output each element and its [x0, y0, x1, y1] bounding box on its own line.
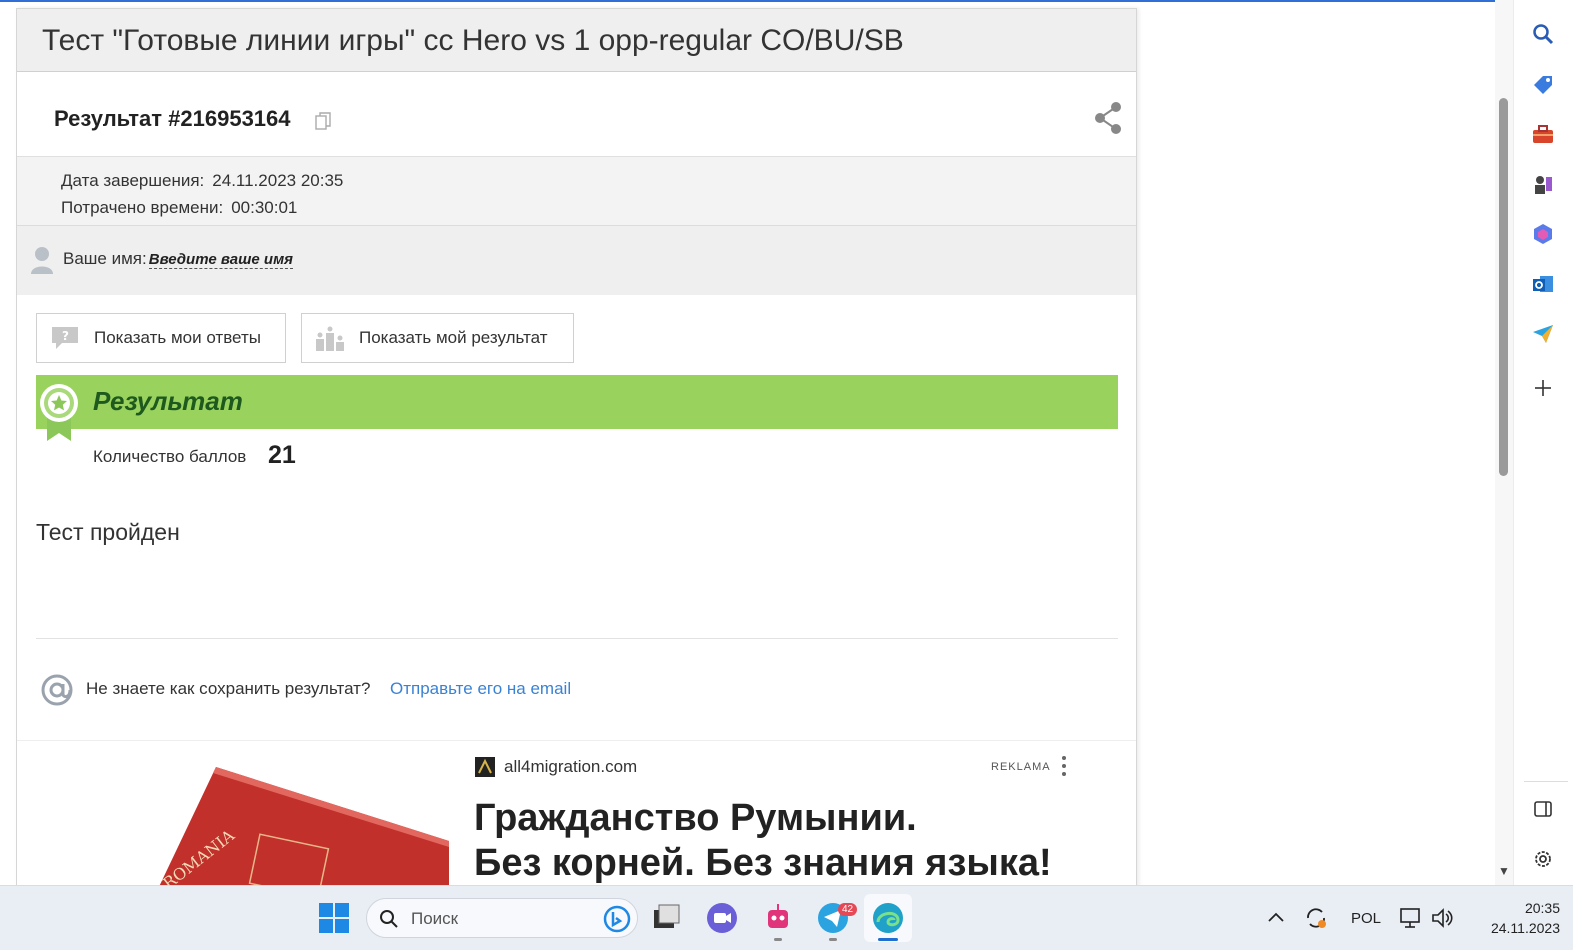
test-title: Тест "Готовые линии игры" сс Hero vs 1 o…: [17, 9, 1136, 72]
more-vertical-icon[interactable]: [1060, 755, 1068, 777]
svg-text:?: ?: [62, 329, 69, 343]
ad-headline-line2: Без корней. Без знания языка!: [474, 842, 1052, 884]
podium-icon: [316, 326, 344, 351]
completion-date-label: Дата завершения:: [61, 171, 205, 190]
send-email-link[interactable]: Отправьте его на email: [390, 679, 571, 699]
browser-sidebar: [1513, 0, 1573, 885]
bing-icon[interactable]: [603, 905, 631, 933]
meet-icon[interactable]: [704, 900, 740, 936]
split-view-icon[interactable]: [1531, 797, 1555, 821]
question-bubble-icon: ?: [52, 327, 78, 349]
send-icon[interactable]: [1531, 322, 1555, 346]
ad-tag: REKLAMA: [991, 761, 1051, 773]
show-answers-label: Показать мои ответы: [94, 328, 261, 347]
ad-headline-line1: Гражданство Румынии.: [474, 797, 917, 839]
at-sign-icon: [41, 674, 73, 706]
completion-date-value: 24.11.2023 20:35: [212, 171, 344, 190]
completion-date-row: Дата завершения: 24.11.2023 20:35: [61, 167, 1136, 194]
telegram-badge: 42: [838, 903, 858, 916]
chess-icon[interactable]: [1531, 172, 1555, 196]
scroll-down-arrow-icon[interactable]: ▼: [1498, 864, 1510, 878]
toolbox-icon[interactable]: [1531, 122, 1555, 146]
edge-active-tile[interactable]: [864, 894, 912, 942]
page-scrollbar[interactable]: ▼: [1495, 0, 1513, 885]
page-load-line: [0, 0, 1495, 2]
active-indicator: [878, 938, 898, 941]
passport-image: ROMANIA: [69, 741, 449, 885]
time-spent-value: 00:30:01: [231, 198, 298, 217]
result-meta: Дата завершения: 24.11.2023 20:35 Потраче…: [17, 157, 1136, 226]
time-spent-row: Потрачено времени: 00:30:01: [61, 194, 1136, 221]
robot-app-icon[interactable]: [760, 900, 796, 936]
taskbar-search[interactable]: Поиск: [366, 898, 638, 938]
edge-icon: [873, 903, 903, 933]
award-ribbon-icon: [40, 384, 78, 441]
taskbar-search-placeholder: Поиск: [411, 909, 459, 928]
clock-time[interactable]: 20:35: [1490, 900, 1560, 916]
running-indicator: [774, 938, 782, 941]
taskbar-search-icon: [380, 910, 398, 928]
copilot-icon[interactable]: [1531, 222, 1555, 246]
tag-icon[interactable]: [1531, 73, 1555, 97]
name-label-text: Ваше имя:: [63, 249, 147, 268]
advertiser-logo-icon: [475, 757, 495, 777]
show-answers-button[interactable]: ? Показать мои ответы: [36, 313, 286, 363]
name-row: Ваше имя: Введите ваше имя: [17, 226, 1136, 295]
network-icon[interactable]: [1398, 906, 1424, 930]
clock-date[interactable]: 24.11.2023: [1470, 920, 1560, 936]
share-icon[interactable]: [1093, 101, 1123, 135]
result-header: Результат #216953164: [17, 72, 1136, 157]
time-spent-label: Потрачено времени:: [61, 198, 224, 217]
show-result-button[interactable]: Показать мой результат: [301, 313, 574, 363]
score-value: 21: [268, 441, 296, 469]
browser-viewport: Тест "Готовые линии игры" сс Hero vs 1 o…: [0, 0, 1495, 885]
windows-taskbar: Поиск 42 POL 20:35 24.11.2023: [0, 885, 1573, 950]
result-number: Результат #216953164: [54, 106, 291, 131]
name-input[interactable]: Введите ваше имя: [148, 251, 294, 269]
result-banner-title: Результат: [93, 386, 243, 416]
show-result-label: Показать мой результат: [359, 328, 548, 347]
sidebar-separator: [1524, 781, 1568, 782]
ad-domain: all4migration.com: [504, 757, 638, 776]
volume-icon[interactable]: [1430, 906, 1454, 930]
outlook-icon[interactable]: [1531, 272, 1555, 296]
copy-icon[interactable]: [315, 112, 331, 130]
save-question: Не знаете как сохранить результат?: [86, 679, 371, 698]
advertisement[interactable]: ROMANIA all4migration.com REKLAMA Гражда…: [17, 740, 1136, 885]
search-icon[interactable]: [1531, 22, 1555, 46]
chevron-up-icon[interactable]: [1267, 910, 1285, 924]
name-label: Ваше имя: Введите ваше имя: [63, 249, 294, 269]
add-icon[interactable]: [1531, 376, 1555, 400]
test-status: Тест пройден: [36, 519, 180, 545]
task-view-icon[interactable]: [648, 900, 684, 936]
score-label: Количество баллов: [93, 447, 247, 466]
result-banner: Результат: [36, 375, 1118, 429]
divider: [36, 638, 1118, 639]
language-indicator[interactable]: POL: [1351, 910, 1381, 927]
settings-icon[interactable]: [1531, 847, 1555, 871]
scrollbar-thumb[interactable]: [1499, 98, 1508, 476]
running-indicator: [829, 938, 837, 941]
windows-start-icon[interactable]: [316, 900, 352, 936]
result-card: Тест "Готовые линии игры" сс Hero vs 1 o…: [16, 8, 1137, 885]
ad-headline: Гражданство Румынии. Без корней. Без зна…: [474, 796, 1052, 885]
sync-icon[interactable]: [1304, 906, 1328, 930]
user-icon: [31, 247, 53, 274]
